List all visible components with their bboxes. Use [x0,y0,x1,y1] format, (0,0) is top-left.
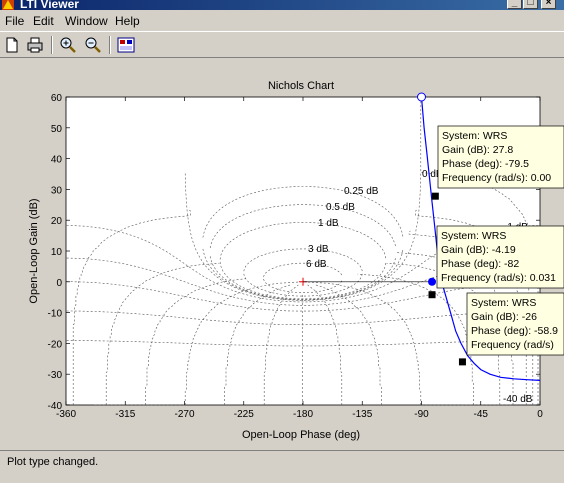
toolbar-separator [109,36,111,54]
toolbar-separator [51,36,53,54]
datatip-phase: Phase (deg): -58.9 [471,325,558,337]
datatip: System: WRS Gain (dB): -26 Phase (deg): -5… [467,293,564,355]
y-tick-label: -40 [48,401,63,412]
y-tick-label: 50 [51,124,63,135]
datatip: System: WRS Gain (dB): 27.8 Phase (deg): -… [438,126,564,188]
x-tick-label: -225 [234,409,254,420]
status-bar: Plot type changed. [0,450,564,483]
x-tick-label: -180 [293,409,313,420]
menu-file[interactable]: File [5,14,24,28]
menu-help[interactable]: Help [115,14,140,28]
nichols-chart: Nichols Chart 0 dB0.25 dB0.5 dB1 dB3 dB6… [0,59,564,448]
grid-label: 0.25 dB [344,186,379,197]
datatip-marker [429,291,436,298]
datatip-marker [432,193,439,200]
datatip: System: WRS Gain (dB): -4.19 Phase (deg): … [437,226,564,288]
datatip-freq: Frequency (rad/s) [471,339,554,351]
close-button[interactable]: × [541,0,556,9]
y-tick-label: 20 [51,216,63,227]
y-tick-label: -30 [48,370,63,381]
title-bar: LTI Viewer _ □ × [0,0,564,10]
menu-edit[interactable]: Edit [33,14,54,28]
menu-bar: File Edit Window Help [0,11,564,31]
x-tick-label: -135 [352,409,372,420]
print-icon[interactable] [25,35,45,55]
y-tick-label: 30 [51,185,63,196]
y-tick-label: -10 [48,309,63,320]
plot-configurations-icon[interactable] [116,35,136,55]
y-tick-label: 0 [56,278,62,289]
toolbar [0,31,564,58]
marker-filled-circle [428,278,436,286]
zoom-out-icon[interactable] [83,35,103,55]
datatip-phase: Phase (deg): -79.5 [442,158,529,170]
marker-open-circle [418,93,426,101]
x-tick-label: -270 [174,409,194,420]
datatip-freq: Frequency (rad/s): 0.031 [441,272,556,284]
app-icon [2,0,14,10]
y-tick-label: 60 [51,93,63,104]
new-icon[interactable] [2,35,22,55]
grid-label: -40 dB [503,394,533,405]
menu-window[interactable]: Window [65,14,108,28]
grid-label: 3 dB [308,244,329,255]
grid-label: 0.5 dB [326,202,355,213]
datatip-gain: Gain (dB): -26 [471,311,537,323]
chart-title: Nichols Chart [268,80,334,92]
datatip-system: System: WRS [471,297,536,309]
datatip-system: System: WRS [441,230,506,242]
y-tick-label: 10 [51,247,63,258]
datatip-marker [459,358,466,365]
datatip-system: System: WRS [442,130,507,142]
y-tick-label: 40 [51,155,63,166]
x-tick-label: -45 [474,409,489,420]
minimize-button[interactable]: _ [507,0,522,9]
status-text: Plot type changed. [7,456,98,468]
grid-label: 6 dB [306,259,327,270]
datatip-gain: Gain (dB): -4.19 [441,244,516,256]
datatip-gain: Gain (dB): 27.8 [442,144,513,156]
zoom-in-icon[interactable] [58,35,78,55]
datatip-phase: Phase (deg): -82 [441,258,519,270]
datatip-freq: Frequency (rad/s): 0.00 [442,172,551,184]
x-tick-label: -90 [414,409,429,420]
x-tick-label: -315 [115,409,135,420]
y-tick-label: -20 [48,339,63,350]
x-axis-label: Open-Loop Phase (deg) [242,429,360,441]
grid-label: 1 dB [318,218,339,229]
x-tick-label: 0 [537,409,543,420]
maximize-button[interactable]: □ [523,0,538,9]
window-title: LTI Viewer [20,0,79,10]
y-axis-label: Open-Loop Gain (dB) [28,198,40,303]
